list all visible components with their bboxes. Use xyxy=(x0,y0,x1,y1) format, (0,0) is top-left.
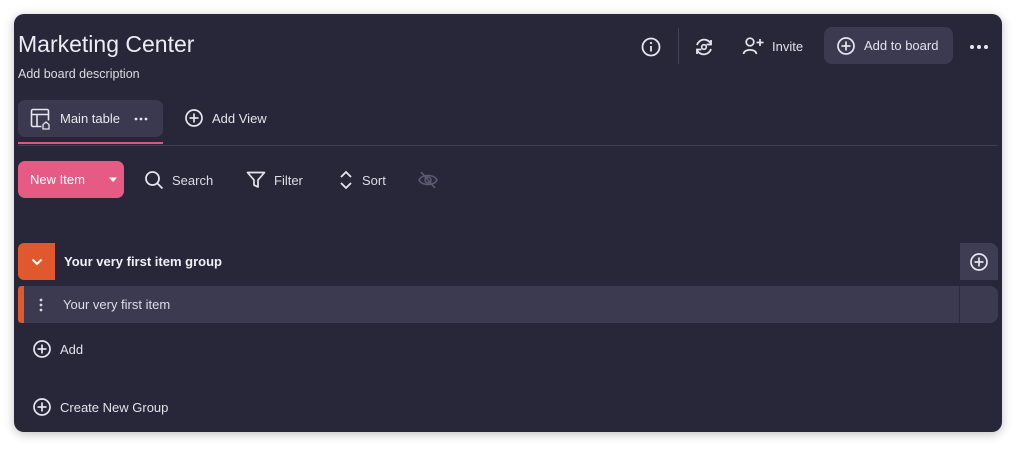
table-row[interactable]: Your very first item xyxy=(18,286,998,323)
table-home-icon xyxy=(30,108,51,130)
cell-separator xyxy=(959,286,960,323)
plus-circle-icon xyxy=(33,340,51,358)
info-icon[interactable] xyxy=(638,34,664,60)
invite-label: Invite xyxy=(772,38,804,54)
add-to-board-button[interactable]: Add to board xyxy=(824,27,953,64)
add-view-button[interactable]: Add View xyxy=(184,108,267,128)
item-name[interactable]: Your very first item xyxy=(58,297,959,312)
hide-icon[interactable] xyxy=(416,168,440,192)
sort-icon xyxy=(340,170,352,190)
group-title[interactable]: Your very first item group xyxy=(64,254,222,269)
header-separator xyxy=(678,28,679,64)
board-window: Marketing Center Add board description I… xyxy=(14,14,1002,432)
new-item-button[interactable]: New Item xyxy=(18,161,124,198)
search-button[interactable]: Search xyxy=(144,170,213,190)
sort-label: Sort xyxy=(362,172,386,188)
filter-label: Filter xyxy=(274,172,303,188)
plus-circle-icon xyxy=(837,36,855,55)
caret-down-icon[interactable] xyxy=(102,177,124,183)
add-person-icon xyxy=(742,37,764,55)
sort-button[interactable]: Sort xyxy=(338,170,386,190)
group-collapse-button[interactable] xyxy=(18,243,55,280)
tab-main-table[interactable]: Main table xyxy=(18,100,163,137)
new-item-label: New Item xyxy=(30,172,85,187)
plus-circle-icon xyxy=(33,398,51,416)
create-new-group-button[interactable]: Create New Group xyxy=(32,397,168,417)
filter-icon xyxy=(246,171,266,188)
tabs-divider xyxy=(18,145,998,146)
add-view-label: Add View xyxy=(212,110,267,126)
row-menu-icon[interactable] xyxy=(24,298,58,312)
more-options-icon[interactable] xyxy=(966,36,992,58)
add-to-board-label: Add to board xyxy=(864,38,939,53)
add-column-button[interactable] xyxy=(960,243,998,280)
board-title[interactable]: Marketing Center xyxy=(18,31,194,58)
search-label: Search xyxy=(172,172,214,188)
add-item-button[interactable]: Add xyxy=(32,339,83,359)
sync-icon[interactable] xyxy=(691,34,717,60)
active-tab-indicator xyxy=(18,142,163,144)
board-description[interactable]: Add board description xyxy=(18,67,140,81)
add-item-label: Add xyxy=(60,341,84,357)
search-icon xyxy=(145,171,164,190)
filter-button[interactable]: Filter xyxy=(246,170,303,190)
tab-more-icon[interactable] xyxy=(134,117,148,121)
plus-circle-icon xyxy=(970,252,988,271)
tab-main-table-label: Main table xyxy=(60,111,120,126)
plus-circle-icon xyxy=(185,109,203,127)
create-new-group-label: Create New Group xyxy=(60,399,169,415)
invite-button[interactable]: Invite xyxy=(742,36,803,56)
chevron-down-icon xyxy=(31,258,42,265)
